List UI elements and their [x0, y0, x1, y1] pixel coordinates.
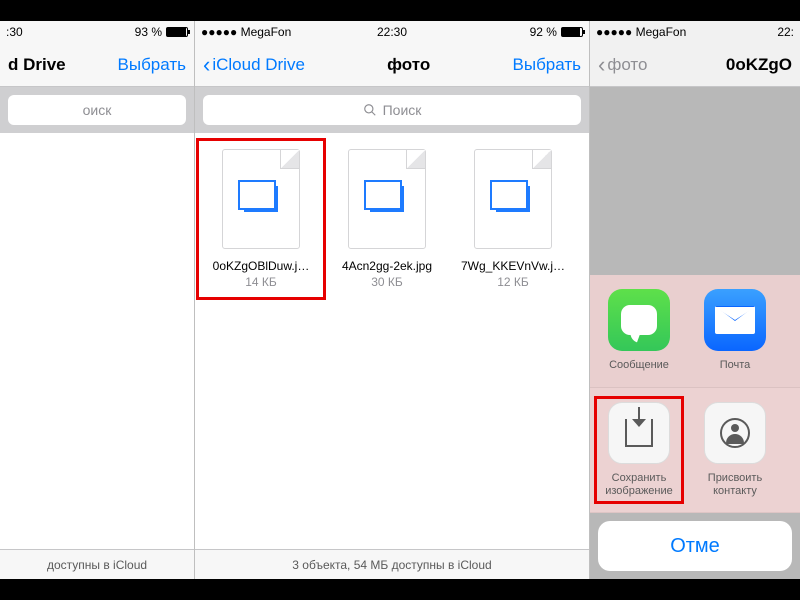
battery-icon — [166, 27, 188, 37]
carrier: ●●●●● MegaFon — [201, 25, 328, 39]
search-icon — [363, 103, 377, 117]
file-item[interactable]: 0oKZgOBlDuw.j… 14 КБ — [201, 143, 321, 295]
pane-folder-photo: ●●●●● MegaFon 22:30 92 % ‹ iCloud Drive … — [195, 21, 590, 579]
footer-status: доступны в iCloud — [0, 549, 194, 579]
file-icon — [222, 149, 300, 249]
file-name: 7Wg_KKEVnVw.j… — [461, 259, 565, 273]
file-name: 0oKZgOBlDuw.j… — [213, 259, 310, 273]
battery-icon — [561, 27, 583, 37]
nav-title: 0oKZgO — [647, 55, 792, 75]
messages-icon — [608, 289, 670, 351]
cancel-button[interactable]: Отме — [598, 521, 792, 571]
status-bar: ●●●●● MegaFon 22: — [590, 21, 800, 43]
search-input[interactable]: оиск — [8, 95, 186, 125]
select-button[interactable]: Выбрать — [118, 55, 186, 75]
status-bar: :30 93 % — [0, 21, 194, 43]
share-actions-row: Сохранить изображение Присвоить контакту — [590, 388, 800, 513]
mail-icon — [704, 289, 766, 351]
share-apps-row: Сообщение Почта — [590, 275, 800, 387]
pane-share-sheet: ●●●●● MegaFon 22: ‹ фото 0oKZgO Сообщени… — [590, 21, 800, 579]
status-bar: ●●●●● MegaFon 22:30 92 % — [195, 21, 589, 43]
search-placeholder: оиск — [83, 102, 112, 118]
share-messages[interactable]: Сообщение — [600, 289, 678, 372]
contact-icon — [704, 402, 766, 464]
select-button[interactable]: Выбрать — [513, 55, 581, 75]
file-grid — [0, 133, 194, 549]
nav-title: d Drive — [8, 55, 118, 75]
action-label: Сохранить изображение — [600, 472, 678, 498]
share-label: Почта — [720, 359, 751, 372]
file-icon — [348, 149, 426, 249]
chevron-left-icon: ‹ — [203, 54, 210, 76]
back-label: фото — [607, 55, 647, 75]
chevron-left-icon: ‹ — [598, 54, 605, 76]
status-time: 22: — [695, 25, 794, 39]
file-item[interactable]: 4Acn2gg-2ek.jpg 30 КБ — [327, 143, 447, 295]
file-name: 4Acn2gg-2ek.jpg — [342, 259, 432, 273]
carrier: ●●●●● MegaFon — [596, 25, 695, 39]
search-bar: Поиск — [195, 87, 589, 133]
nav-bar: d Drive Выбрать — [0, 43, 194, 87]
back-label: iCloud Drive — [212, 55, 305, 75]
share-label: Сообщение — [609, 359, 669, 372]
battery-text: 92 % — [530, 25, 557, 39]
share-sheet: Сообщение Почта Сохранить изображение Пр… — [590, 275, 800, 579]
file-size: 30 КБ — [371, 275, 403, 289]
nav-bar: ‹ фото 0oKZgO — [590, 43, 800, 87]
file-icon — [474, 149, 552, 249]
file-grid: 0oKZgOBlDuw.j… 14 КБ 4Acn2gg-2ek.jpg 30 … — [195, 133, 589, 549]
file-size: 12 КБ — [497, 275, 529, 289]
back-button[interactable]: ‹ iCloud Drive — [203, 54, 305, 76]
search-placeholder: Поиск — [383, 102, 422, 118]
status-time-partial: :30 — [6, 25, 97, 39]
action-assign-contact[interactable]: Присвоить контакту — [696, 402, 774, 498]
footer-status: 3 объекта, 54 МБ доступны в iCloud — [195, 549, 589, 579]
save-image-icon — [608, 402, 670, 464]
file-item[interactable]: 7Wg_KKEVnVw.j… 12 КБ — [453, 143, 573, 295]
pane-icloud-root: :30 93 % d Drive Выбрать оиск доступны в… — [0, 21, 195, 579]
action-save-image[interactable]: Сохранить изображение — [600, 402, 678, 498]
action-label: Присвоить контакту — [696, 472, 774, 498]
share-mail[interactable]: Почта — [696, 289, 774, 372]
status-time: 22:30 — [328, 25, 455, 39]
nav-bar: ‹ iCloud Drive фото Выбрать — [195, 43, 589, 87]
search-input[interactable]: Поиск — [203, 95, 581, 125]
search-bar: оиск — [0, 87, 194, 133]
battery-text: 93 % — [135, 25, 162, 39]
file-size: 14 КБ — [245, 275, 277, 289]
nav-title: фото — [305, 55, 513, 75]
back-button[interactable]: ‹ фото — [598, 54, 647, 76]
